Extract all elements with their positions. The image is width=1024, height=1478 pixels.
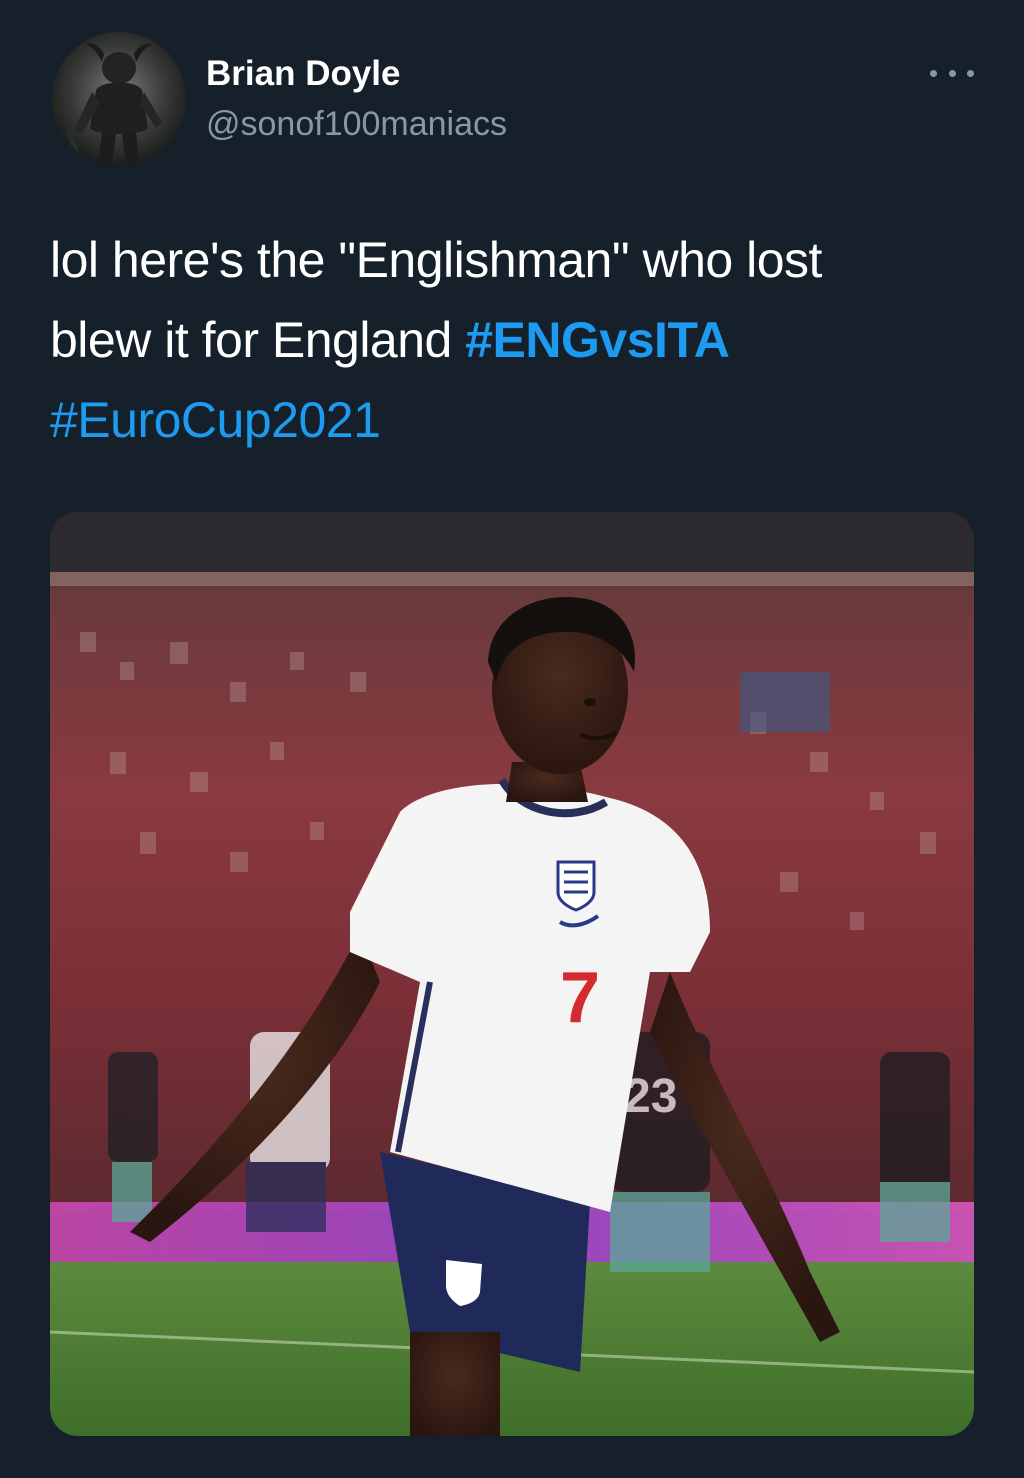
hashtag-link[interactable]: #ENGvsITA — [465, 312, 730, 368]
tweet-text-line-3: #EuroCup2021 — [50, 380, 990, 460]
author-block[interactable]: Brian Doyle @sonof100maniacs — [206, 52, 507, 146]
more-dots-icon — [930, 69, 937, 77]
user-handle[interactable]: @sonof100maniacs — [206, 102, 507, 146]
tweet-photo[interactable]: 23 7 — [50, 512, 974, 1436]
more-dots-icon — [967, 69, 974, 77]
shirt-number: 7 — [560, 958, 600, 1038]
display-name[interactable]: Brian Doyle — [206, 52, 507, 96]
tweet-text-segment: blew it for England — [50, 312, 466, 368]
tweet-text: lol here's the "Englishman" who lost ble… — [50, 220, 990, 460]
tweet-text-line-1: lol here's the "Englishman" who lost — [50, 232, 822, 288]
more-options-button[interactable] — [930, 58, 974, 88]
avatar-image — [52, 32, 186, 166]
tweet-card: Brian Doyle @sonof100maniacs lol here's … — [0, 0, 1024, 1478]
avatar[interactable] — [52, 32, 186, 166]
more-dots-icon — [948, 69, 956, 77]
football-celebration-photo: 23 7 — [50, 512, 974, 1436]
tweet-text-line-2: blew it for England #ENGvsITA — [50, 300, 990, 380]
hashtag-link[interactable]: #EuroCup2021 — [50, 392, 381, 448]
